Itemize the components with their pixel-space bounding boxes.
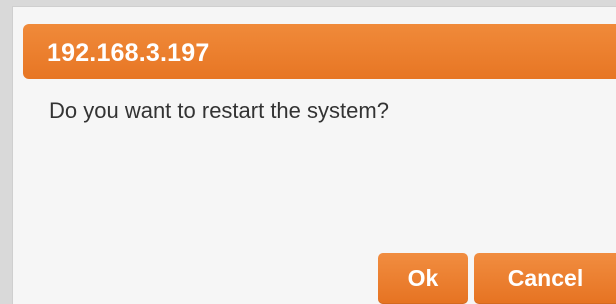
ok-button[interactable]: Ok [378,253,468,304]
cancel-button[interactable]: Cancel [474,253,616,304]
dialog-titlebar[interactable]: 192.168.3.197 [23,24,616,79]
dialog-title: 192.168.3.197 [47,39,210,67]
dialog-message: Do you want to restart the system? [49,98,389,123]
confirm-dialog: 192.168.3.197 Do you want to restart the… [12,6,616,304]
